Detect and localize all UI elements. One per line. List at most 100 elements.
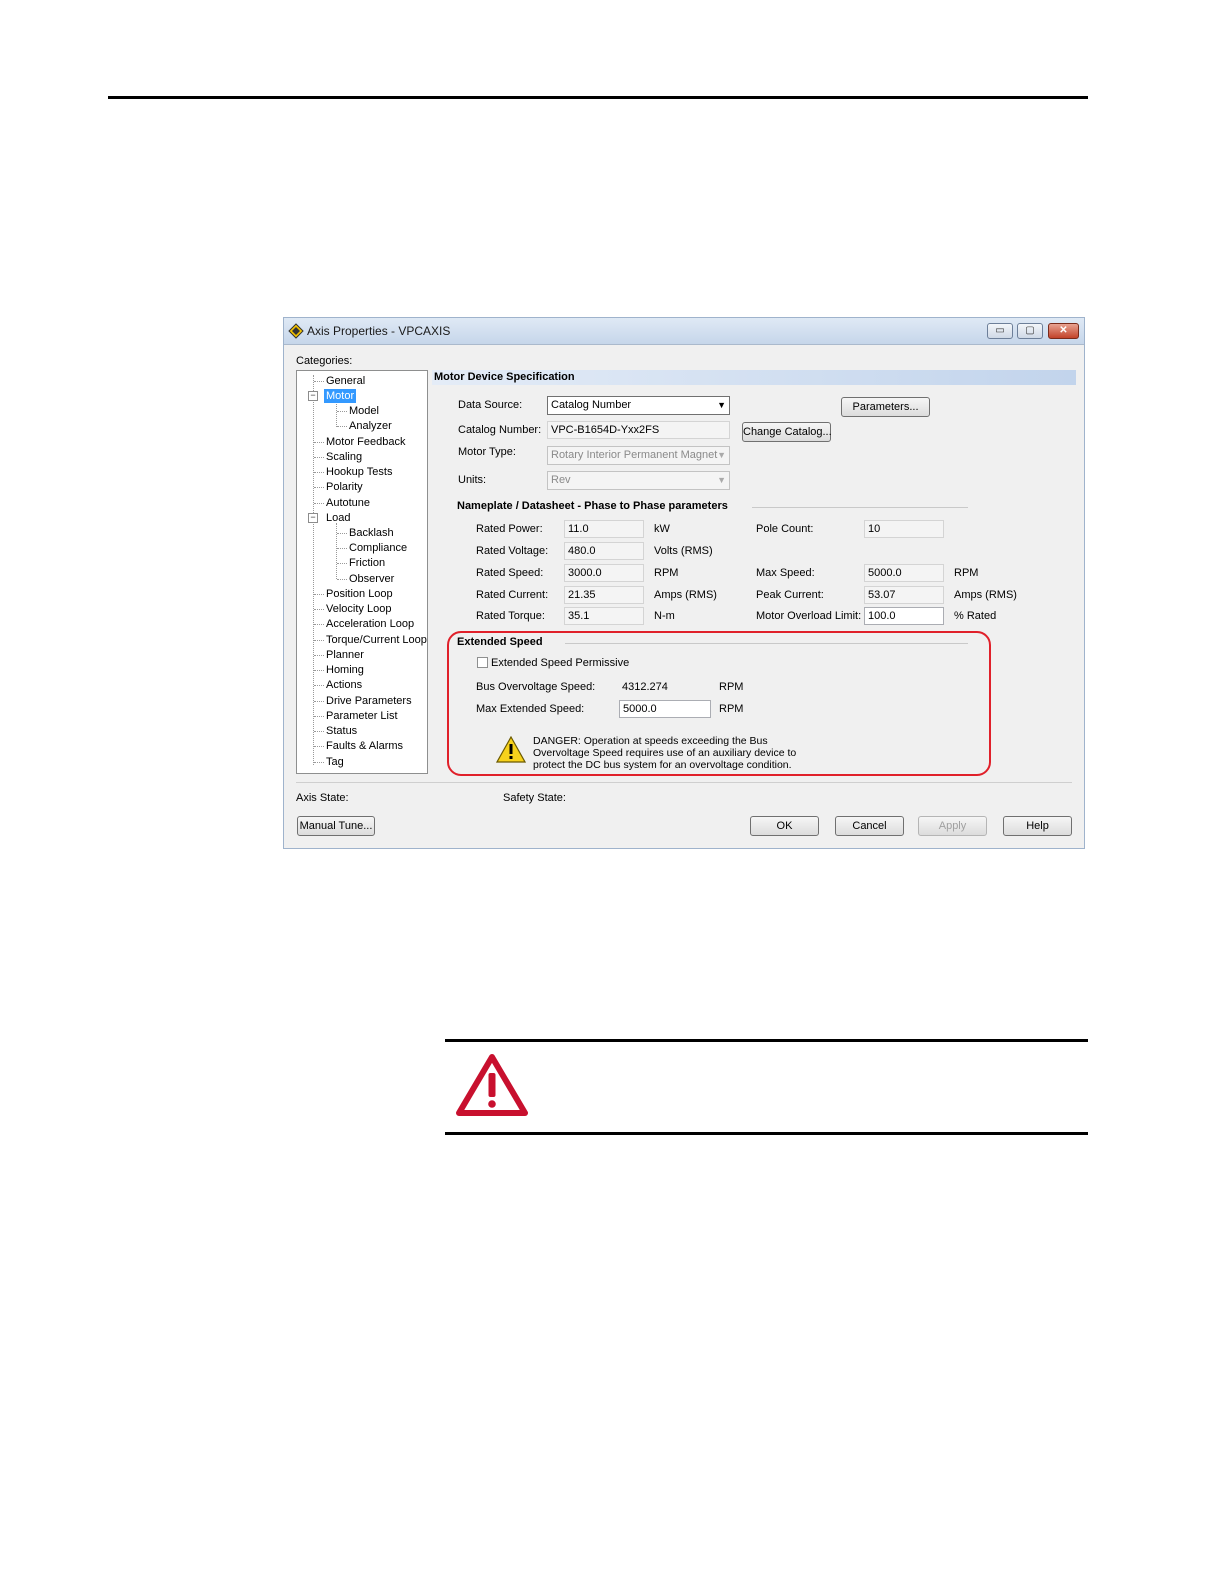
collapse-motor-icon[interactable]: − bbox=[308, 391, 318, 401]
pole-count-field[interactable]: 10 bbox=[864, 520, 944, 538]
group-divider bbox=[752, 507, 968, 508]
tree-line bbox=[314, 472, 324, 473]
change-catalog-button[interactable]: Change Catalog... bbox=[742, 422, 832, 442]
rated-power-unit: kW bbox=[654, 523, 670, 535]
tree-item-analyzer[interactable]: Analyzer bbox=[347, 419, 394, 433]
max-speed-field[interactable]: 5000.0 bbox=[864, 564, 944, 582]
tree-item-status[interactable]: Status bbox=[324, 724, 359, 738]
motor-type-label: Motor Type: bbox=[458, 446, 516, 458]
motor-type-select[interactable]: Rotary Interior Permanent Magnet ▼ bbox=[547, 446, 730, 465]
tree-item-position-loop[interactable]: Position Loop bbox=[324, 587, 395, 601]
rated-voltage-field[interactable]: 480.0 bbox=[564, 542, 644, 560]
minimize-button[interactable]: ▭ bbox=[987, 323, 1013, 339]
tree-item-load[interactable]: Load bbox=[324, 511, 352, 525]
rated-current-label: Rated Current: bbox=[476, 589, 549, 601]
data-source-value: Catalog Number bbox=[551, 399, 632, 411]
overload-limit-label: Motor Overload Limit: bbox=[756, 610, 862, 622]
cancel-button[interactable]: Cancel bbox=[835, 816, 904, 836]
rated-current-field[interactable]: 21.35 bbox=[564, 586, 644, 604]
tree-item-tag[interactable]: Tag bbox=[324, 755, 346, 769]
data-source-label: Data Source: bbox=[458, 399, 523, 411]
tree-line bbox=[337, 533, 347, 534]
tree-item-planner[interactable]: Planner bbox=[324, 648, 366, 662]
tree-item-motor-feedback[interactable]: Motor Feedback bbox=[324, 435, 407, 449]
apply-button[interactable]: Apply bbox=[918, 816, 987, 836]
units-select[interactable]: Rev ▼ bbox=[547, 471, 730, 490]
tree-line bbox=[337, 563, 347, 564]
tree-line bbox=[314, 716, 324, 717]
tree-item-homing[interactable]: Homing bbox=[324, 663, 366, 677]
extended-speed-highlight bbox=[447, 631, 991, 776]
catalog-number-label: Catalog Number: bbox=[458, 424, 542, 436]
chevron-down-icon: ▼ bbox=[717, 400, 726, 410]
units-label: Units: bbox=[458, 474, 487, 486]
axis-properties-icon bbox=[288, 323, 304, 339]
ok-button[interactable]: OK bbox=[750, 816, 819, 836]
tree-item-actions[interactable]: Actions bbox=[324, 678, 364, 692]
tree-item-model[interactable]: Model bbox=[347, 404, 381, 418]
tree-line bbox=[337, 548, 347, 549]
tree-line bbox=[337, 411, 347, 412]
help-button[interactable]: Help bbox=[1003, 816, 1072, 836]
rated-power-label: Rated Power: bbox=[476, 523, 543, 535]
tree-line bbox=[336, 523, 337, 579]
tree-item-drive-parameters[interactable]: Drive Parameters bbox=[324, 694, 414, 708]
tree-item-motor[interactable]: Motor bbox=[324, 389, 357, 403]
collapse-load-icon[interactable]: − bbox=[308, 513, 318, 523]
tree-line bbox=[314, 442, 324, 443]
categories-label: Categories: bbox=[296, 355, 353, 367]
tree-item-general[interactable]: General bbox=[324, 374, 367, 388]
peak-current-field[interactable]: 53.07 bbox=[864, 586, 944, 604]
rated-voltage-label: Rated Voltage: bbox=[476, 545, 549, 557]
tree-item-observer[interactable]: Observer bbox=[347, 572, 396, 586]
tree-line bbox=[336, 401, 337, 427]
data-source-select[interactable]: Catalog Number ▼ bbox=[547, 396, 730, 415]
rated-power-field[interactable]: 11.0 bbox=[564, 520, 644, 538]
tree-item-friction[interactable]: Friction bbox=[347, 556, 387, 570]
tree-item-polarity[interactable]: Polarity bbox=[324, 480, 365, 494]
tree-line bbox=[314, 685, 324, 686]
tree-line bbox=[313, 375, 314, 765]
max-speed-label: Max Speed: bbox=[756, 567, 815, 579]
tree-item-parameter-list[interactable]: Parameter List bbox=[324, 709, 400, 723]
title-bar[interactable]: Axis Properties - VPCAXIS ▭ ▢ ✕ bbox=[284, 318, 1084, 345]
tree-line bbox=[314, 731, 324, 732]
tree-item-torque-current-loop[interactable]: Torque/Current Loop bbox=[324, 633, 429, 647]
axis-state-label: Axis State: bbox=[296, 792, 349, 804]
tree-item-autotune[interactable]: Autotune bbox=[324, 496, 372, 510]
tree-item-faults-alarms[interactable]: Faults & Alarms bbox=[324, 739, 405, 753]
tree-line bbox=[314, 609, 324, 610]
close-button[interactable]: ✕ bbox=[1048, 323, 1079, 339]
overload-limit-field[interactable]: 100.0 bbox=[864, 607, 944, 625]
overload-limit-unit: % Rated bbox=[954, 610, 997, 622]
rated-speed-field[interactable]: 3000.0 bbox=[564, 564, 644, 582]
rated-torque-label: Rated Torque: bbox=[476, 610, 545, 622]
tree-item-backlash[interactable]: Backlash bbox=[347, 526, 396, 540]
units-value: Rev bbox=[551, 474, 571, 486]
rated-torque-field[interactable]: 35.1 bbox=[564, 607, 644, 625]
categories-tree[interactable]: − − General Motor Model Analyzer Motor F… bbox=[296, 370, 428, 774]
tree-item-velocity-loop[interactable]: Velocity Loop bbox=[324, 602, 393, 616]
tree-line bbox=[314, 457, 324, 458]
rated-current-unit: Amps (RMS) bbox=[654, 589, 717, 601]
tree-item-hookup-tests[interactable]: Hookup Tests bbox=[324, 465, 394, 479]
tree-item-compliance[interactable]: Compliance bbox=[347, 541, 409, 555]
tree-line bbox=[314, 594, 324, 595]
tree-line bbox=[314, 670, 324, 671]
tree-line bbox=[314, 381, 324, 382]
tree-line bbox=[314, 762, 324, 763]
manual-tune-button[interactable]: Manual Tune... bbox=[297, 816, 375, 836]
parameters-button[interactable]: Parameters... bbox=[841, 397, 930, 417]
axis-properties-dialog: Axis Properties - VPCAXIS ▭ ▢ ✕ Categori… bbox=[283, 317, 1085, 849]
maximize-button[interactable]: ▢ bbox=[1017, 323, 1043, 339]
tree-line bbox=[337, 426, 347, 427]
rated-speed-unit: RPM bbox=[654, 567, 679, 579]
tree-line bbox=[314, 624, 324, 625]
peak-current-label: Peak Current: bbox=[756, 589, 824, 601]
page-top-rule bbox=[108, 96, 1088, 99]
catalog-number-field[interactable]: VPC-B1654D-Yxx2FS bbox=[547, 421, 730, 439]
tree-item-scaling[interactable]: Scaling bbox=[324, 450, 364, 464]
safety-state-label: Safety State: bbox=[503, 792, 566, 804]
notice-top-rule bbox=[445, 1039, 1088, 1042]
tree-item-acceleration-loop[interactable]: Acceleration Loop bbox=[324, 617, 416, 631]
